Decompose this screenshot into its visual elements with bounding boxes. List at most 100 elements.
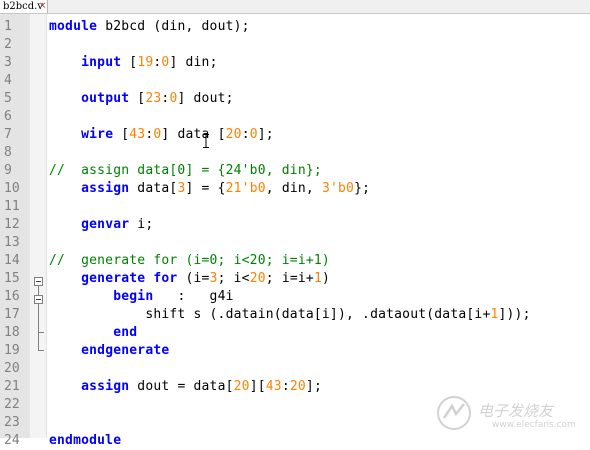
- number-token: 20: [225, 127, 242, 142]
- code-token: ];: [257, 127, 274, 142]
- line-number: 6: [4, 109, 12, 124]
- file-tab[interactable]: b2bcd.v ×: [0, 0, 48, 13]
- code-text: endmodule: [49, 432, 121, 450]
- line-number: 20: [4, 361, 20, 376]
- code-line[interactable]: 9 // assign data[0] = {24'b0, din};: [0, 162, 590, 180]
- comment-token: // assign data[0] = {24'b0, din};: [49, 163, 322, 178]
- keyword-token: genvar: [81, 217, 130, 232]
- text-cursor-icon: [203, 134, 209, 148]
- code-text: end: [49, 324, 137, 342]
- number-token: 20: [249, 271, 266, 286]
- line-number: 7: [4, 127, 12, 142]
- number-token: 43: [129, 127, 146, 142]
- fold-line: [38, 304, 39, 332]
- code-token: ] data [: [161, 127, 226, 142]
- code-line[interactable]: 13: [0, 234, 590, 252]
- keyword-token: wire: [81, 127, 114, 142]
- line-number: 21: [4, 379, 20, 394]
- line-number: 9: [4, 163, 12, 178]
- keyword-token: output: [81, 91, 130, 106]
- line-number: 1: [4, 19, 12, 34]
- code-line[interactable]: 2: [0, 36, 590, 54]
- code-line[interactable]: 11: [0, 198, 590, 216]
- number-token: 0: [249, 127, 258, 142]
- code-token: b2bcd (din, dout);: [97, 19, 250, 34]
- close-tab-icon[interactable]: ×: [38, 1, 47, 11]
- code-token: i;: [129, 217, 154, 232]
- number-token: 20: [289, 379, 306, 394]
- code-token: ][: [249, 379, 266, 394]
- line-number: 8: [4, 145, 12, 160]
- watermark: 电子发烧友 www.elecfans.com: [434, 394, 584, 434]
- code-token: [: [129, 91, 146, 106]
- code-token: };: [354, 181, 371, 196]
- code-text: module b2bcd (din, dout);: [49, 18, 250, 36]
- code-line[interactable]: 4: [0, 72, 590, 90]
- keyword-token: assign: [81, 379, 130, 394]
- code-text: output [23:0] dout;: [49, 90, 234, 108]
- code-line[interactable]: 5 output [23:0] dout;: [0, 90, 590, 108]
- watermark-logo-icon: [437, 396, 471, 430]
- line-number: 12: [4, 217, 20, 232]
- code-token: ; i=i+: [265, 271, 314, 286]
- code-line[interactable]: 3 input [19:0] din;: [0, 54, 590, 72]
- code-token: (i=: [177, 271, 210, 286]
- watermark-text: 电子发烧友: [478, 402, 554, 420]
- line-number: 18: [4, 325, 20, 340]
- code-token: dout = data[: [129, 379, 234, 394]
- code-line[interactable]: 15 generate for (i=3; i<20; i=i+1): [0, 270, 590, 288]
- code-line[interactable]: 10 assign data[3] = {21'b0, din, 3'b0};: [0, 180, 590, 198]
- code-token: :: [241, 127, 250, 142]
- number-token: 43: [265, 379, 282, 394]
- code-text: endgenerate: [49, 342, 169, 360]
- keyword-token: endmodule: [49, 433, 122, 448]
- fold-toggle-icon[interactable]: [34, 277, 43, 286]
- line-number: 13: [4, 235, 20, 250]
- code-line[interactable]: 17 shift s (.datain(data[i]), .dataout(d…: [0, 306, 590, 324]
- keyword-token: end: [113, 325, 138, 340]
- line-number: 15: [4, 271, 20, 286]
- code-line[interactable]: 12 genvar i;: [0, 216, 590, 234]
- line-number: 2: [4, 37, 12, 52]
- number-token: 1: [490, 307, 499, 322]
- code-token: : g4i: [153, 289, 234, 304]
- line-number: 22: [4, 397, 20, 412]
- code-line[interactable]: 1 module b2bcd (din, dout);: [0, 18, 590, 36]
- keyword-token: input: [81, 55, 122, 70]
- code-line[interactable]: 16 begin : g4i: [0, 288, 590, 306]
- file-tab-label: b2bcd.v: [3, 1, 43, 12]
- code-token: ];: [305, 379, 322, 394]
- code-editor[interactable]: 1 module b2bcd (din, dout); 2 3 input [19:0…: [0, 14, 590, 448]
- fold-line: [38, 332, 39, 350]
- code-line[interactable]: 14 // generate for (i=0; i<20; i=i+1): [0, 252, 590, 270]
- code-line[interactable]: 19 endgenerate: [0, 342, 590, 360]
- keyword-token: module: [49, 19, 98, 34]
- code-text: begin : g4i: [49, 288, 234, 306]
- code-line[interactable]: 6: [0, 108, 590, 126]
- code-token: ] dout;: [177, 91, 234, 106]
- line-number: 24: [4, 433, 20, 448]
- keyword-token: begin: [113, 289, 154, 304]
- code-line[interactable]: 24 endmodule: [0, 432, 590, 450]
- line-number: 16: [4, 289, 20, 304]
- code-line[interactable]: 20: [0, 360, 590, 378]
- code-line[interactable]: 18 end: [0, 324, 590, 342]
- code-token: ] = {: [185, 181, 226, 196]
- code-line[interactable]: 7 wire [43:0] data [20:0];: [0, 126, 590, 144]
- fold-toggle-icon[interactable]: [34, 295, 43, 304]
- line-number: 3: [4, 55, 12, 70]
- fold-line: [38, 286, 39, 295]
- code-text: assign data[3] = {21'b0, din, 3'b0};: [49, 180, 370, 198]
- code-line[interactable]: 8: [0, 144, 590, 162]
- code-token: ; i<: [217, 271, 250, 286]
- line-number: 10: [4, 181, 20, 196]
- code-token: :: [281, 379, 290, 394]
- line-number: 23: [4, 415, 20, 430]
- number-token: 3: [209, 271, 218, 286]
- code-text: shift s (.datain(data[i]), .dataout(data…: [49, 306, 531, 324]
